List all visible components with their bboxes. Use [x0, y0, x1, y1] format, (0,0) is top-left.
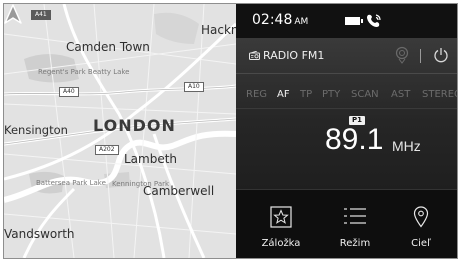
location-pin-icon	[413, 206, 429, 228]
bookmark-label: Záložka	[261, 238, 301, 249]
mode-scan[interactable]: SCAN	[351, 89, 379, 100]
radio-mode-list: REG AF TP PTY SCAN AST STEREO	[236, 89, 457, 105]
list-icon	[344, 208, 366, 224]
map-label-park: Regent's Park Beatty Lake	[38, 68, 130, 76]
map-label-kensington: Kensington	[4, 123, 68, 137]
sound-settings-icon[interactable]	[394, 46, 410, 64]
frequency-unit: MHz	[392, 138, 421, 154]
road-shield-a41: A41	[31, 10, 51, 20]
radio-area: RADIO FM1 REG AF TP PTY SCAN AST STEREO …	[236, 38, 457, 189]
screen-frame: A41 A40 A10 A202 Regent's Park Beatty La…	[3, 3, 458, 259]
mode-reg[interactable]: REG	[246, 89, 267, 100]
map-label-hackney: Hackne	[201, 23, 236, 37]
map-label-london: LONDON	[93, 116, 176, 135]
mode-pty[interactable]: PTY	[322, 89, 340, 100]
clock: 02:48 AM	[252, 12, 308, 28]
clock-ampm: AM	[294, 17, 309, 27]
frequency-value: 89.1	[325, 123, 384, 156]
road-shield-a10: A10	[184, 82, 204, 92]
power-icon[interactable]	[433, 47, 449, 63]
radio-icon	[249, 51, 260, 60]
radio-header: RADIO FM1	[236, 38, 457, 74]
station-name: RADIO FM1	[263, 49, 325, 62]
radio-panel: 02:48 AM RADIO FM1 REG AF TP PTY SCAN AS…	[236, 4, 457, 258]
mode-ast[interactable]: AST	[391, 89, 410, 100]
map-label-park: Battersea Park Lake	[36, 179, 106, 187]
map-label-camberwell: Camberwell	[143, 184, 215, 198]
road-shield-a202: A202	[95, 145, 119, 155]
frequency-display[interactable]: P1 89.1 MHz	[236, 108, 457, 189]
navigation-arrow-icon	[4, 4, 22, 24]
header-divider	[420, 49, 421, 63]
destination-button[interactable]: Cieľ	[384, 190, 457, 258]
destination-label: Cieľ	[411, 238, 431, 249]
map-label-camden: Camden Town	[66, 40, 150, 54]
battery-icon	[345, 17, 363, 25]
road-shield-a40: A40	[59, 87, 79, 97]
map-view[interactable]: A41 A40 A10 A202 Regent's Park Beatty La…	[4, 4, 236, 258]
bookmark-star-icon	[270, 206, 292, 228]
mode-label: Režim	[339, 238, 371, 249]
status-bar: 02:48 AM	[236, 4, 457, 38]
clock-time: 02:48	[252, 12, 293, 28]
map-label-lambeth: Lambeth	[124, 152, 178, 166]
phone-icon	[367, 14, 381, 27]
map-label-wandsworth: Vandsworth	[4, 227, 75, 241]
bookmark-button[interactable]: Záložka	[244, 190, 318, 258]
mode-stereo[interactable]: STEREO	[422, 89, 457, 100]
mode-tp[interactable]: TP	[300, 89, 312, 100]
mode-af[interactable]: AF	[277, 89, 290, 100]
mode-button[interactable]: Režim	[318, 190, 392, 258]
bottom-action-bar: Záložka Režim Cieľ	[236, 189, 457, 258]
